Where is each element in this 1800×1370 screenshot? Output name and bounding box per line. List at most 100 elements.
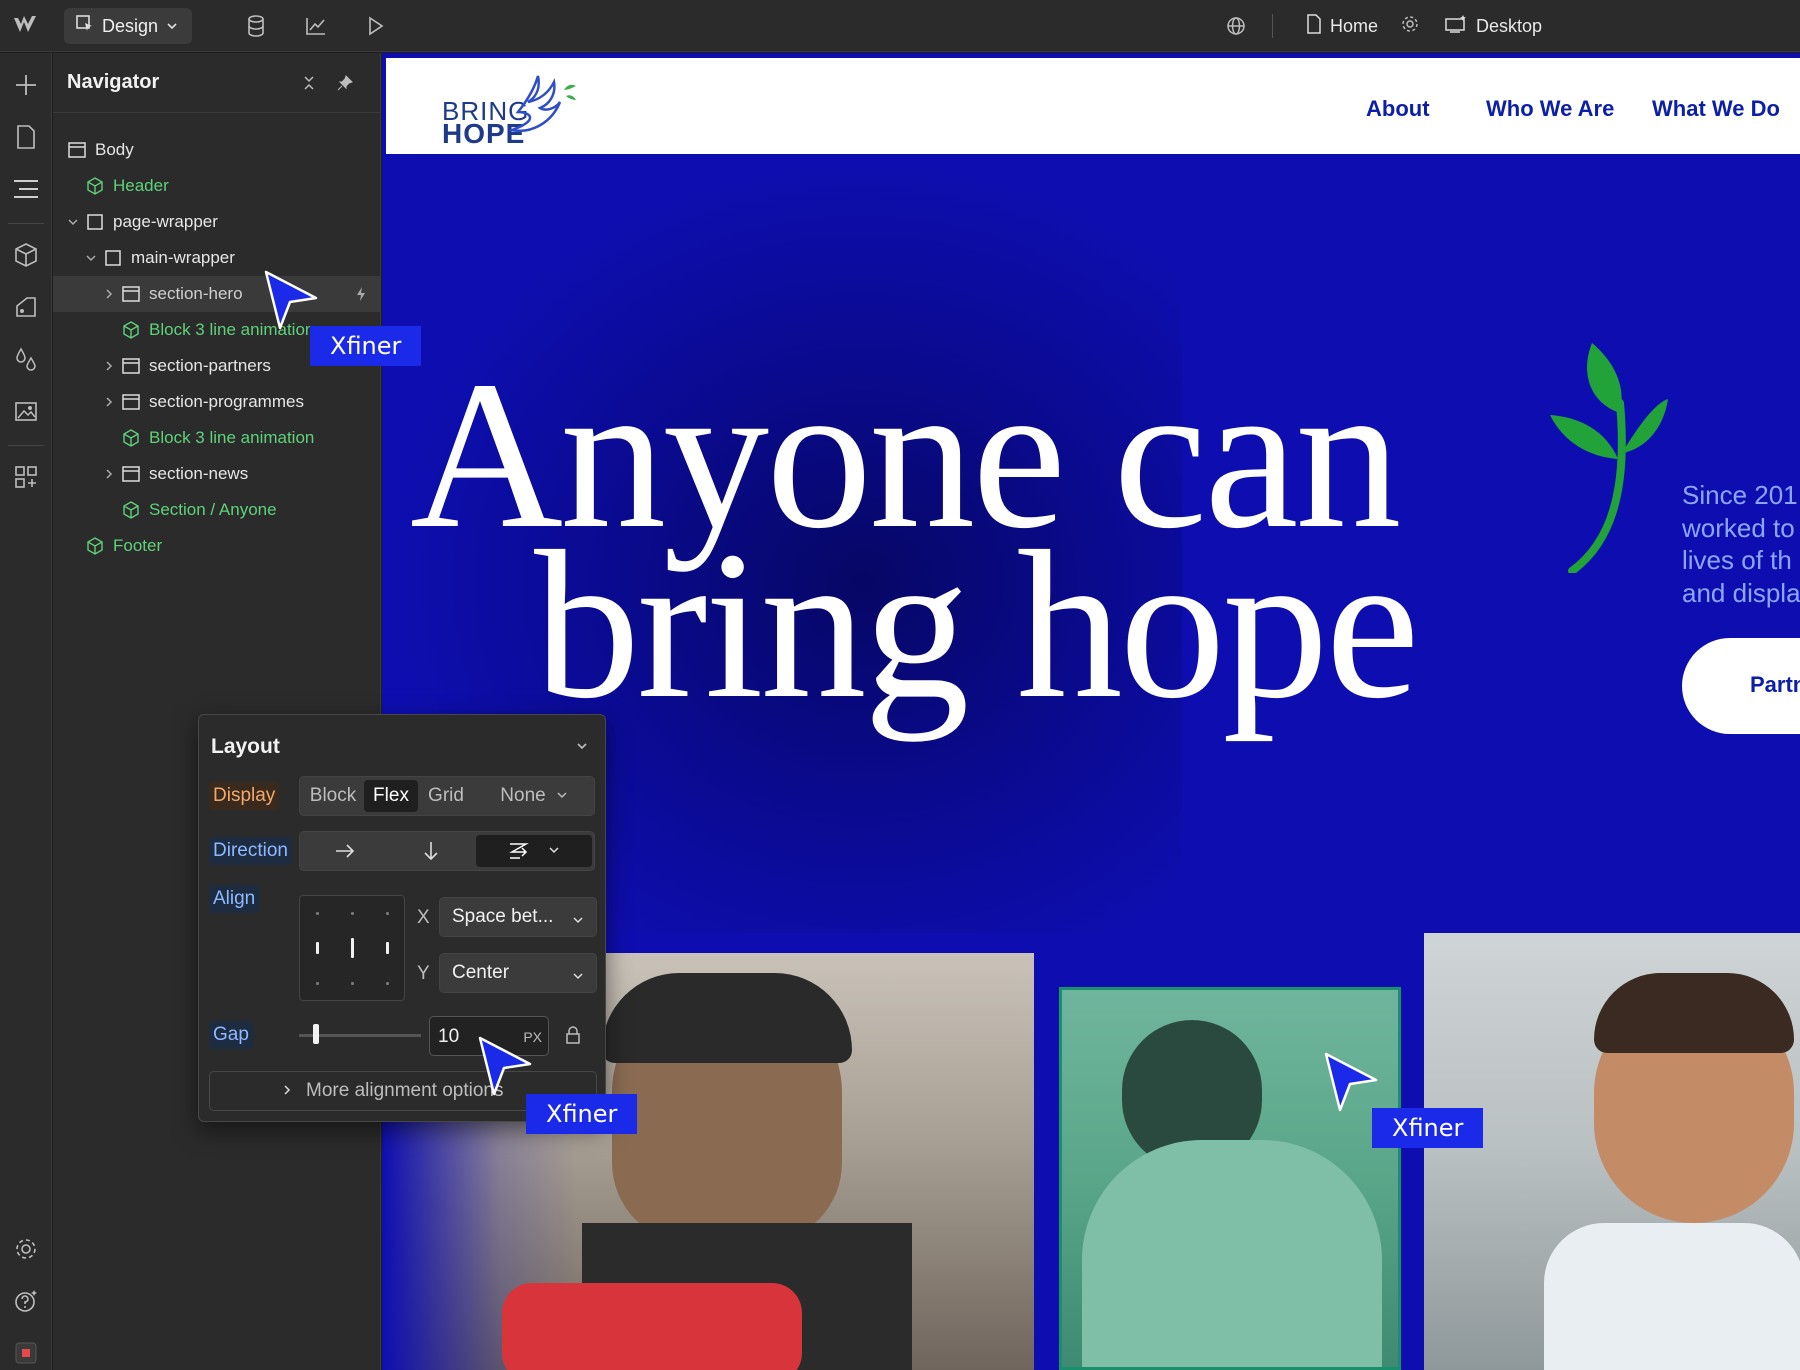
align-y-dropdown[interactable]: Center	[439, 953, 597, 993]
chevron-right-icon[interactable]	[103, 360, 115, 372]
align-dot[interactable]	[351, 912, 354, 915]
tree-item-section-news[interactable]: section-news	[53, 456, 381, 492]
align-bar[interactable]	[351, 938, 354, 958]
tree-item-footer[interactable]: Footer	[53, 528, 381, 564]
chevron-down-icon[interactable]	[575, 739, 589, 758]
align-bar[interactable]	[386, 942, 389, 954]
navigator-layers-icon[interactable]	[12, 175, 40, 203]
justify-x-dropdown[interactable]: Space bet...	[439, 897, 597, 937]
record-stop-icon[interactable]	[12, 1339, 40, 1367]
webflow-logo-icon[interactable]	[12, 12, 42, 38]
help-question-icon[interactable]	[12, 1287, 40, 1315]
component-cube-icon	[85, 176, 105, 196]
assets-image-icon[interactable]	[12, 397, 40, 425]
settings-gear-icon[interactable]	[12, 1235, 40, 1263]
chevron-down-icon[interactable]	[85, 252, 97, 264]
align-dot[interactable]	[316, 912, 319, 915]
more-alignment-label: More alignment options	[306, 1080, 504, 1101]
hero-headline-line-2[interactable]: bring hope	[534, 519, 1420, 731]
cursor-select-icon	[76, 14, 94, 38]
lightning-interaction-icon	[355, 286, 367, 307]
tree-item-section-programmes[interactable]: section-programmes	[53, 384, 381, 420]
display-option-block[interactable]: Block	[304, 780, 362, 812]
photo-blanket-shape	[502, 1283, 802, 1370]
collaborator-cursor-label: Xfiner	[1372, 1108, 1484, 1148]
gap-label[interactable]: Gap	[209, 1021, 253, 1049]
align-dot[interactable]	[386, 982, 389, 985]
tree-item-section-anyone[interactable]: Section / Anyone	[53, 492, 381, 528]
pin-icon[interactable]	[333, 71, 357, 95]
chevron-right-icon[interactable]	[103, 288, 115, 300]
analytics-chart-icon[interactable]	[302, 12, 330, 40]
align-dot[interactable]	[351, 982, 354, 985]
component-cube-icon	[121, 428, 141, 448]
styles-brush-icon[interactable]	[12, 293, 40, 321]
gap-value: 10	[438, 1026, 460, 1047]
align-dot[interactable]	[316, 982, 319, 985]
tree-item-block-3-line-animation[interactable]: Block 3 line animation	[53, 420, 381, 456]
tree-item-body[interactable]: Body	[53, 132, 381, 168]
align-y-value: Center	[452, 962, 510, 983]
gear-icon[interactable]	[1400, 14, 1420, 39]
tree-item-page-wrapper[interactable]: page-wrapper	[53, 204, 381, 240]
tree-item-section-hero[interactable]: section-hero	[53, 276, 381, 312]
add-plus-icon[interactable]	[12, 71, 40, 99]
align-bar[interactable]	[316, 942, 319, 954]
globe-icon[interactable]	[1222, 12, 1250, 40]
direction-segmented-control	[299, 831, 595, 871]
variables-drops-icon[interactable]	[12, 345, 40, 373]
intro-line: lives of th	[1682, 545, 1792, 575]
display-label[interactable]: Display	[209, 782, 280, 810]
tree-item-header[interactable]: Header	[53, 168, 381, 204]
lock-icon[interactable]	[565, 1025, 581, 1050]
chevron-down-icon[interactable]	[67, 216, 79, 228]
photo-boy-thumbs-up[interactable]	[1424, 933, 1800, 1370]
page-selector[interactable]: Home	[1306, 12, 1420, 40]
nav-link-what-we-do[interactable]: What We Do	[1652, 96, 1780, 122]
photo-shirt-shape	[1544, 1223, 1800, 1370]
component-cube-icon	[121, 500, 141, 520]
partner-button[interactable]: Partn	[1682, 638, 1800, 734]
play-preview-icon[interactable]	[362, 12, 390, 40]
breakpoint-selector[interactable]: Desktop	[1444, 12, 1542, 40]
design-canvas[interactable]: BRING HOPE About Who We Are What We Do A…	[382, 53, 1800, 1370]
align-dot[interactable]	[386, 912, 389, 915]
display-option-grid[interactable]: Grid	[420, 780, 472, 812]
intro-line: worked to	[1682, 512, 1795, 543]
cms-database-icon[interactable]	[242, 12, 270, 40]
gap-slider-handle[interactable]	[313, 1024, 319, 1044]
tree-item-label: section-programmes	[149, 392, 304, 411]
display-option-flex[interactable]: Flex	[364, 780, 418, 812]
site-header[interactable]: BRING HOPE About Who We Are What We Do	[386, 58, 1800, 154]
display-option-none[interactable]: None	[476, 780, 592, 812]
mode-dropdown[interactable]: Design	[64, 8, 192, 44]
mode-label: Design	[102, 15, 159, 36]
alignment-grid-control[interactable]	[299, 895, 405, 1001]
bring-hope-logo[interactable]: BRING HOPE	[442, 68, 582, 149]
apps-grid-icon[interactable]	[12, 463, 40, 491]
chevron-down-icon	[166, 16, 178, 37]
tree-item-label: Section / Anyone	[149, 500, 277, 519]
tree-item-label: Block 3 line animation	[149, 428, 315, 447]
nav-link-about[interactable]: About	[1366, 96, 1430, 122]
navigator-header: Navigator	[53, 53, 381, 113]
nav-link-who-we-are[interactable]: Who We Are	[1486, 96, 1614, 122]
element-box-icon	[103, 248, 123, 268]
tree-item-main-wrapper[interactable]: main-wrapper	[53, 240, 381, 276]
section-icon	[121, 284, 141, 304]
arrow-right-icon[interactable]	[304, 835, 386, 867]
arrow-down-icon[interactable]	[390, 835, 472, 867]
chevron-right-icon[interactable]	[103, 396, 115, 408]
page-icon	[1306, 13, 1322, 39]
wrap-direction-icon[interactable]	[476, 835, 592, 867]
photo-volunteer-back[interactable]	[1059, 987, 1401, 1370]
align-label[interactable]: Align	[209, 885, 260, 913]
collapse-all-icon[interactable]	[297, 71, 321, 95]
chevron-right-icon[interactable]	[103, 468, 115, 480]
pages-icon[interactable]	[12, 123, 40, 151]
direction-label[interactable]: Direction	[209, 837, 292, 865]
components-cube-icon[interactable]	[12, 241, 40, 269]
desktop-monitor-icon	[1444, 14, 1468, 39]
top-bar: Design Home Desktop	[0, 0, 1800, 52]
rail-divider	[8, 223, 44, 224]
